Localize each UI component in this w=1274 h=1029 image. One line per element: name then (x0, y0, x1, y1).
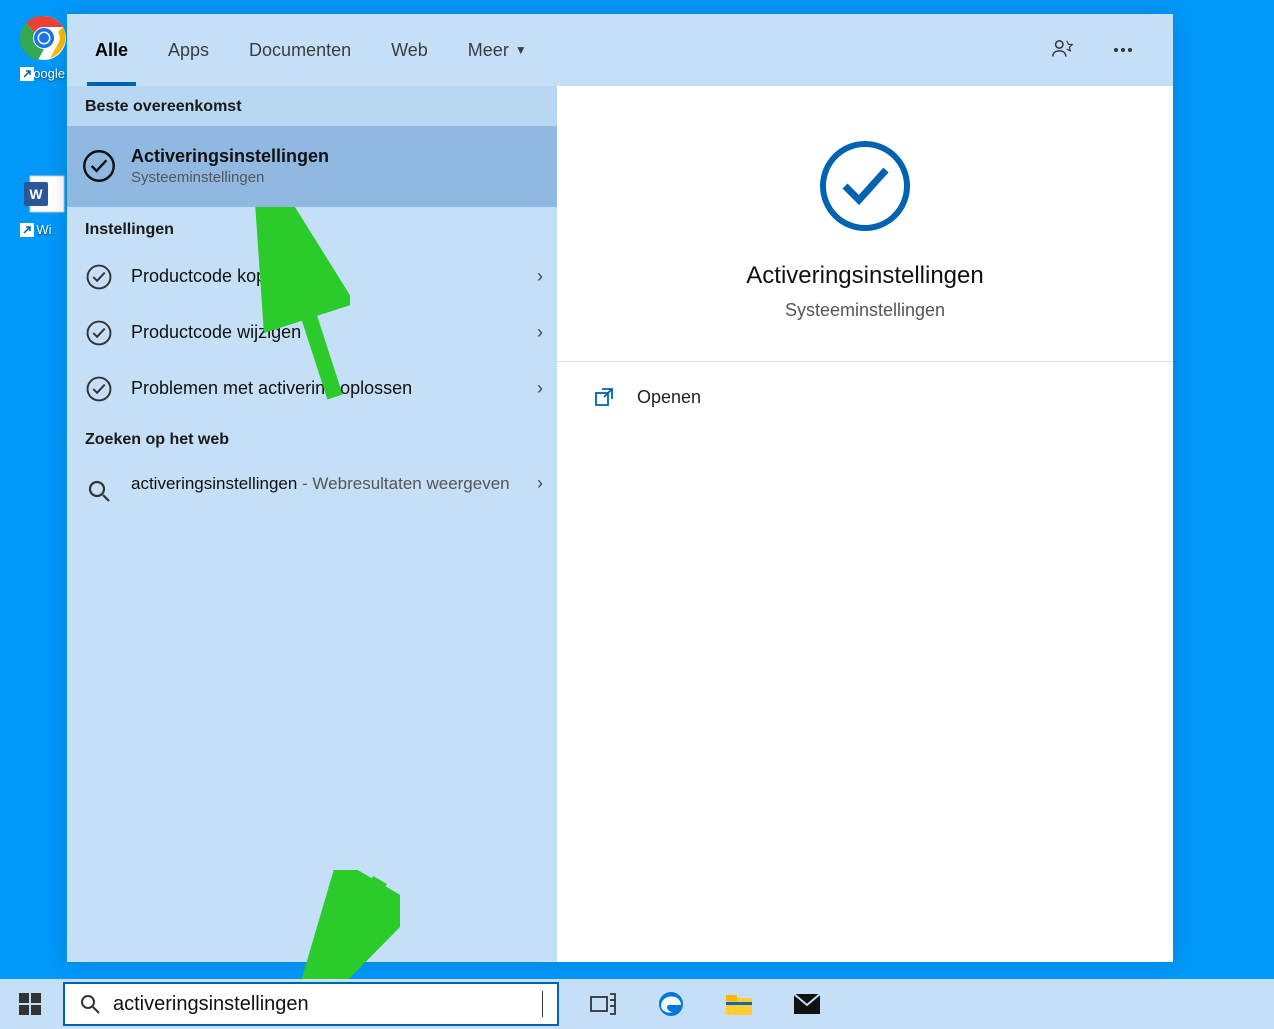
tab-apps[interactable]: Apps (148, 14, 229, 86)
word-icon: W (20, 170, 68, 218)
section-best-match: Beste overeenkomst (67, 86, 557, 126)
results-list: Beste overeenkomst Activeringsinstelling… (67, 86, 557, 962)
chevron-right-icon: › (537, 322, 543, 343)
checkmark-circle-icon (81, 259, 117, 295)
desktop-icon-word[interactable]: W Wi (14, 170, 74, 237)
more-options-icon[interactable] (1111, 38, 1135, 62)
preview-title: Activeringsinstellingen (577, 262, 1153, 290)
search-icon (81, 473, 117, 509)
result-subtitle: Systeeminstellingen (131, 168, 543, 188)
task-view-button[interactable] (589, 990, 617, 1018)
chevron-right-icon: › (537, 266, 543, 287)
desktop-icon-label: Wi (36, 222, 51, 237)
checkmark-circle-icon (81, 148, 117, 184)
taskbar (0, 979, 1274, 1029)
desktop-icon-chrome[interactable]: Google (14, 14, 74, 81)
svg-text:W: W (29, 186, 43, 202)
search-panel: Alle Apps Documenten Web Meer▼ Beste ove… (67, 14, 1173, 962)
result-title: Productcode wijzigen (131, 320, 537, 344)
settings-result[interactable]: Productcode kopen › (67, 249, 557, 305)
tab-more[interactable]: Meer▼ (448, 14, 547, 86)
result-title: Activeringsinstellingen (131, 144, 543, 168)
best-match-result[interactable]: Activeringsinstellingen Systeeminstellin… (67, 126, 557, 207)
search-icon (79, 993, 101, 1015)
file-explorer-icon[interactable] (725, 990, 753, 1018)
preview-pane: Activeringsinstellingen Systeeminstellin… (557, 86, 1173, 962)
tab-bar: Alle Apps Documenten Web Meer▼ (67, 14, 1173, 86)
result-title: Problemen met activering oplossen (131, 376, 537, 400)
open-action[interactable]: Openen (557, 362, 1173, 432)
open-label: Openen (637, 387, 701, 408)
checkmark-circle-icon (815, 136, 915, 236)
search-input[interactable] (113, 993, 544, 1016)
tab-all[interactable]: Alle (75, 14, 148, 86)
result-title: Productcode kopen (131, 264, 537, 288)
section-web-search: Zoeken op het web (67, 417, 557, 459)
result-title: activeringsinstellingen - Webresultaten … (131, 473, 537, 496)
checkmark-circle-icon (81, 315, 117, 351)
feedback-icon[interactable] (1051, 38, 1075, 62)
preview-subtitle: Systeeminstellingen (577, 300, 1153, 321)
web-search-result[interactable]: activeringsinstellingen - Webresultaten … (67, 459, 557, 519)
section-settings: Instellingen (67, 207, 557, 249)
tab-web[interactable]: Web (371, 14, 448, 86)
settings-result[interactable]: Problemen met activering oplossen › (67, 361, 557, 417)
chevron-down-icon: ▼ (515, 43, 527, 57)
chevron-right-icon: › (537, 473, 543, 494)
search-box[interactable] (63, 982, 559, 1026)
shortcut-arrow-icon (20, 223, 34, 237)
tab-documents[interactable]: Documenten (229, 14, 371, 86)
text-cursor (542, 991, 543, 1017)
checkmark-circle-icon (81, 371, 117, 407)
settings-result[interactable]: Productcode wijzigen › (67, 305, 557, 361)
mail-icon[interactable] (793, 990, 821, 1018)
open-icon (593, 386, 615, 408)
edge-browser-icon[interactable] (657, 990, 685, 1018)
chevron-right-icon: › (537, 378, 543, 399)
chrome-icon (20, 14, 68, 62)
shortcut-arrow-icon (20, 67, 34, 81)
start-button[interactable] (0, 979, 60, 1029)
